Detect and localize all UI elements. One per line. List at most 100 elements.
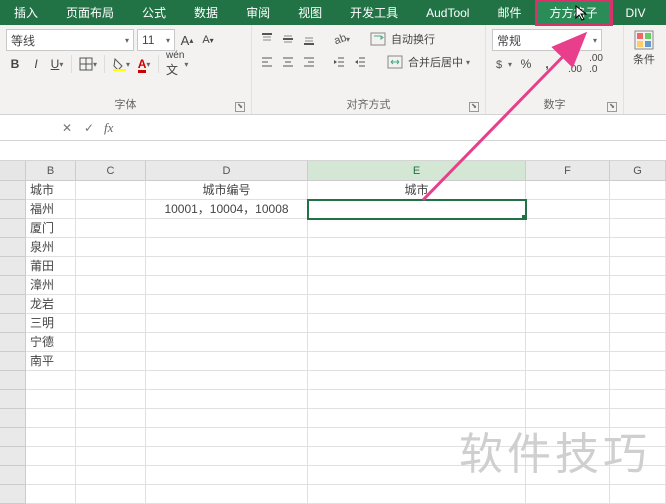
cell[interactable] [26, 409, 76, 428]
cell[interactable] [146, 219, 308, 238]
accept-formula-button[interactable]: ✓ [78, 121, 100, 135]
col-header-F[interactable]: F [526, 161, 610, 181]
font-name-select[interactable]: 等线▾ [6, 29, 134, 51]
percent-button[interactable]: % [517, 54, 535, 74]
cell[interactable] [526, 390, 610, 409]
cell[interactable] [526, 485, 610, 504]
row-header[interactable] [0, 200, 26, 219]
cell[interactable] [526, 314, 610, 333]
cell[interactable] [610, 238, 666, 257]
row-header[interactable] [0, 371, 26, 390]
tab-insert[interactable]: 插入 [0, 0, 52, 25]
row-header[interactable] [0, 238, 26, 257]
cell[interactable] [76, 352, 146, 371]
tab-mail[interactable]: 邮件 [483, 0, 535, 25]
orientation-button[interactable]: ab▾ [330, 29, 352, 49]
cell[interactable] [26, 390, 76, 409]
fill-color-button[interactable]: ▾ [110, 54, 132, 74]
align-bottom-button[interactable] [300, 29, 318, 49]
cell[interactable] [610, 466, 666, 485]
cell[interactable] [308, 428, 526, 447]
row-header[interactable] [0, 390, 26, 409]
cell[interactable]: 厦门 [26, 219, 76, 238]
cell[interactable] [146, 428, 308, 447]
align-right-button[interactable] [300, 52, 318, 72]
tab-audtool[interactable]: AudTool [412, 0, 483, 25]
cell[interactable] [610, 333, 666, 352]
col-header-G[interactable]: G [610, 161, 666, 181]
wrap-text-button[interactable] [368, 29, 388, 49]
cell[interactable] [146, 447, 308, 466]
col-header-C[interactable]: C [76, 161, 146, 181]
align-center-button[interactable] [279, 52, 297, 72]
cell[interactable] [146, 333, 308, 352]
cell[interactable] [526, 428, 610, 447]
cell[interactable]: 城市 [308, 181, 526, 200]
cell[interactable] [308, 409, 526, 428]
tab-ffgz[interactable]: 方方格子 [536, 0, 612, 25]
cell[interactable]: 泉州 [26, 238, 76, 257]
cell[interactable] [526, 257, 610, 276]
underline-button[interactable]: U▾ [48, 54, 66, 74]
decrease-indent-button[interactable] [330, 52, 348, 72]
cell[interactable] [526, 295, 610, 314]
cell[interactable] [526, 200, 610, 219]
cell[interactable] [308, 238, 526, 257]
font-color-button[interactable]: A▾ [135, 54, 153, 74]
cell[interactable] [146, 257, 308, 276]
cell[interactable] [146, 314, 308, 333]
dialog-launcher-icon[interactable]: ⬊ [235, 102, 245, 112]
cell[interactable] [308, 466, 526, 485]
tab-developer[interactable]: 开发工具 [336, 0, 412, 25]
cell[interactable] [308, 295, 526, 314]
border-button[interactable]: ▾ [77, 54, 99, 74]
tab-data[interactable]: 数据 [180, 0, 232, 25]
cell[interactable] [308, 485, 526, 504]
cell[interactable] [610, 447, 666, 466]
comma-button[interactable]: , [538, 54, 556, 74]
cell[interactable] [610, 371, 666, 390]
row-header[interactable] [0, 485, 26, 504]
cell[interactable]: 三明 [26, 314, 76, 333]
fx-icon[interactable]: fx [100, 120, 117, 136]
row-header[interactable] [0, 257, 26, 276]
cell[interactable] [26, 447, 76, 466]
row-header[interactable] [0, 447, 26, 466]
cell[interactable]: 福州 [26, 200, 76, 219]
increase-decimal-button[interactable]: .0.00 [566, 54, 584, 74]
cell[interactable] [76, 485, 146, 504]
tab-review[interactable]: 审阅 [232, 0, 284, 25]
cell[interactable] [76, 200, 146, 219]
cell[interactable] [308, 200, 526, 219]
cell[interactable] [76, 238, 146, 257]
bold-button[interactable]: B [6, 54, 24, 74]
cell[interactable] [610, 428, 666, 447]
cell[interactable] [610, 276, 666, 295]
cell[interactable]: 宁德 [26, 333, 76, 352]
cell[interactable] [76, 181, 146, 200]
cancel-formula-button[interactable]: ✕ [56, 121, 78, 135]
cell[interactable] [308, 257, 526, 276]
cell[interactable]: 城市编号 [146, 181, 308, 200]
increase-font-button[interactable]: A▴ [178, 30, 196, 50]
cell[interactable]: 漳州 [26, 276, 76, 295]
row-header[interactable] [0, 295, 26, 314]
currency-button[interactable]: $▾ [492, 54, 514, 74]
cell[interactable] [76, 219, 146, 238]
italic-button[interactable]: I [27, 54, 45, 74]
cell[interactable] [76, 295, 146, 314]
cell[interactable] [526, 238, 610, 257]
merge-center-button[interactable] [385, 52, 405, 72]
cell[interactable] [308, 371, 526, 390]
cell[interactable] [76, 409, 146, 428]
cell[interactable]: 莆田 [26, 257, 76, 276]
cell[interactable] [610, 390, 666, 409]
cell[interactable] [76, 314, 146, 333]
row-header[interactable] [0, 276, 26, 295]
cell[interactable] [610, 219, 666, 238]
cell[interactable] [526, 466, 610, 485]
increase-indent-button[interactable] [351, 52, 369, 72]
cell[interactable] [76, 276, 146, 295]
cell[interactable]: 10001，10004，10008 [146, 200, 308, 219]
tab-formula[interactable]: 公式 [128, 0, 180, 25]
